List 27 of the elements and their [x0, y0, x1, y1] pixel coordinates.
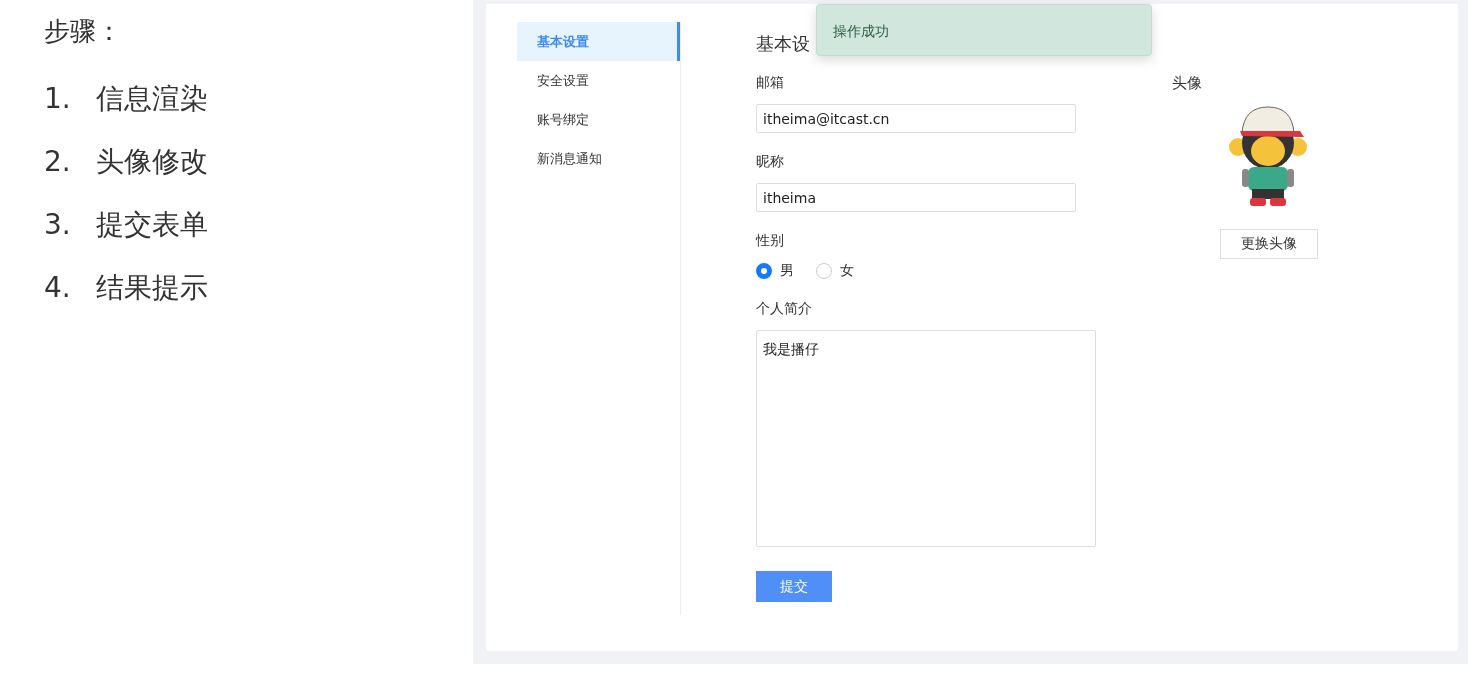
bio-textarea[interactable]: 我是播仔 — [756, 330, 1096, 547]
step-number: 4. — [44, 271, 72, 304]
radio-button[interactable] — [756, 263, 772, 279]
radio-label: 女 — [840, 262, 854, 280]
step-text: 头像修改 — [96, 143, 208, 180]
step-number: 2. — [44, 145, 72, 178]
avatar-icon — [1228, 103, 1308, 209]
steps-heading: 步骤： — [44, 15, 123, 48]
success-toast: 操作成功 — [816, 4, 1152, 56]
step-text: 信息渲染 — [96, 80, 208, 117]
step-text: 提交表单 — [96, 206, 208, 243]
field-label: 昵称 — [756, 153, 785, 171]
sidebar-item[interactable]: 账号绑定 — [517, 100, 680, 139]
step-number: 3. — [44, 208, 72, 241]
field-label: 个人简介 — [756, 300, 813, 318]
avatar-label: 头像 — [1172, 74, 1203, 93]
field-label: 邮箱 — [756, 74, 785, 92]
radio-label: 男 — [780, 262, 794, 280]
step-text: 结果提示 — [96, 269, 208, 306]
field-label: 性别 — [756, 232, 785, 250]
input-field[interactable]: itheima@itcast.cn — [756, 104, 1076, 133]
page-title: 基本设 — [756, 32, 811, 56]
sidebar-item[interactable]: 安全设置 — [517, 61, 680, 100]
step-number: 1. — [44, 82, 72, 115]
input-field[interactable]: itheima — [756, 183, 1076, 212]
change-avatar-button[interactable]: 更换头像 — [1220, 229, 1318, 259]
sidebar-item[interactable]: 新消息通知 — [517, 139, 680, 178]
